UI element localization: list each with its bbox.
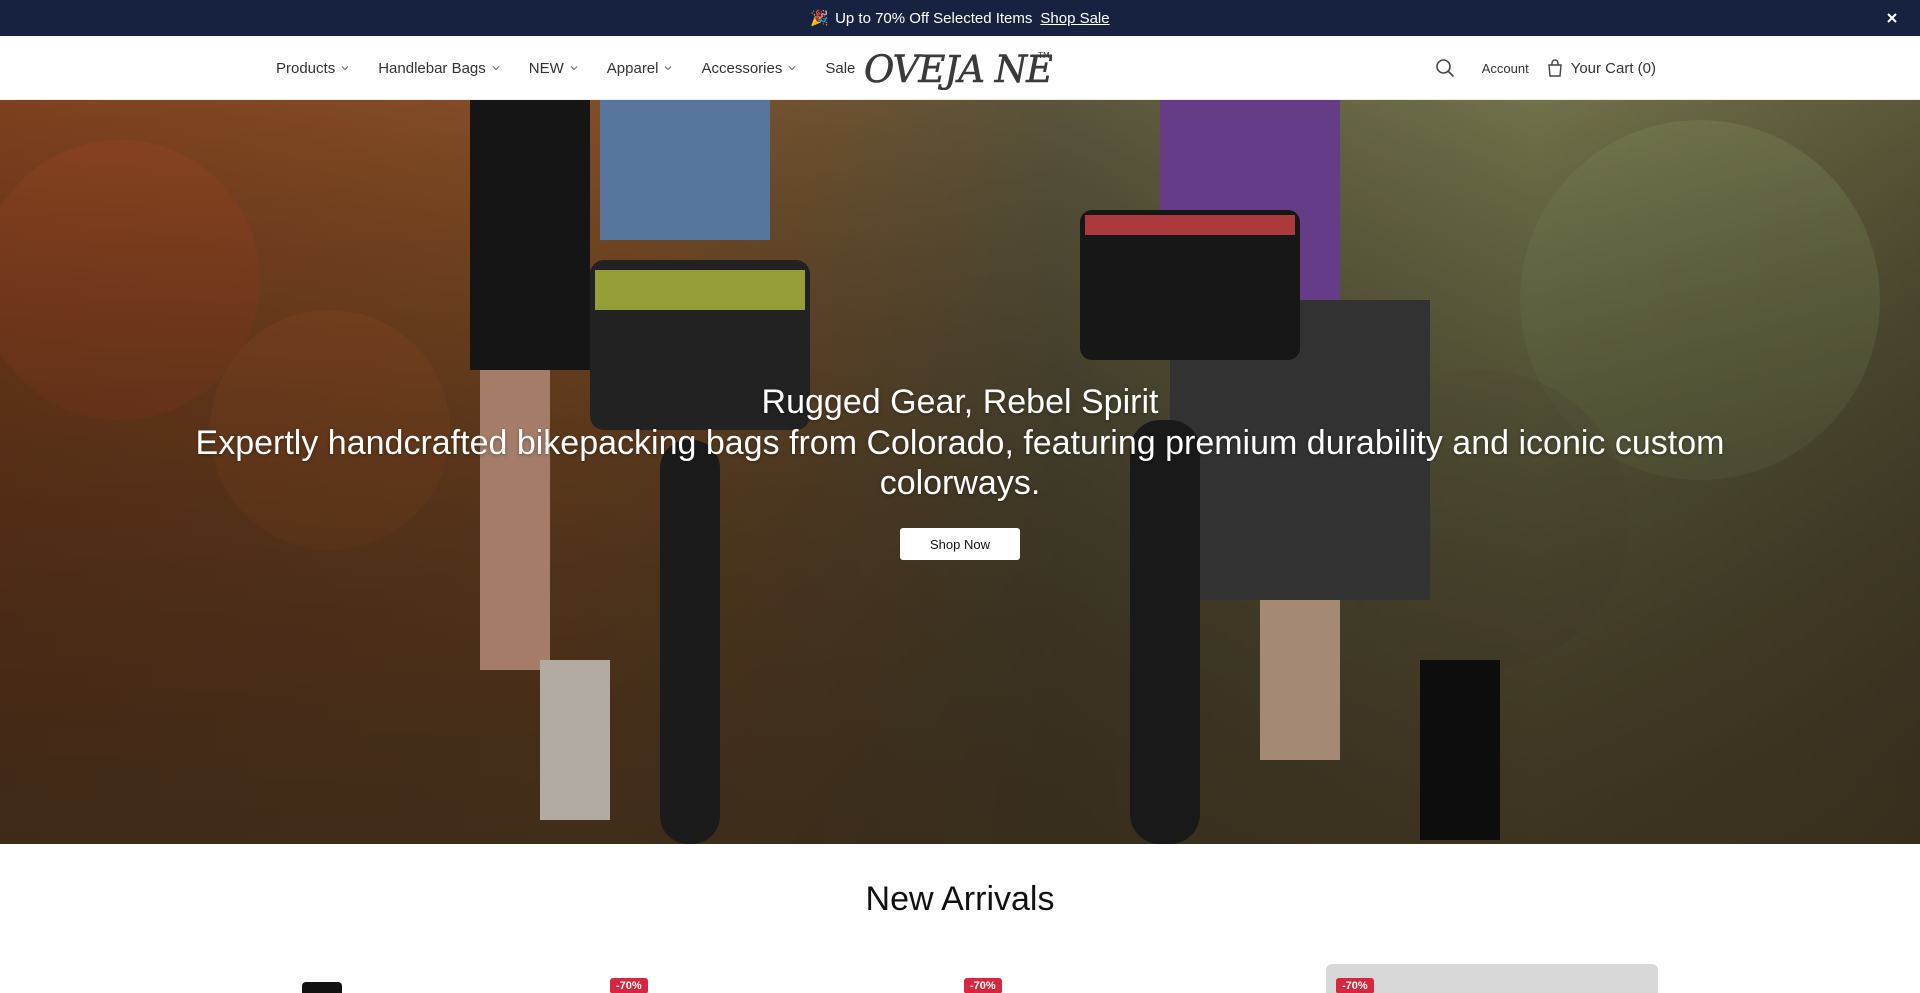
hero-text: Rugged Gear, Rebel Spirit Expertly handc… — [0, 381, 1920, 503]
discount-badge: -70% — [1336, 978, 1374, 993]
new-arrivals-heading: New Arrivals — [865, 880, 1055, 918]
hero-title: Rugged Gear, Rebel Spirit — [761, 383, 1159, 421]
product-card[interactable]: -70% — [610, 964, 942, 993]
shop-sale-link[interactable]: Shop Sale — [1040, 10, 1109, 27]
oveja-negra-logo[interactable]: OVEJA NEGRA TM — [862, 46, 1052, 90]
nav-item-label: Sale — [825, 59, 856, 77]
chevron-down-icon — [788, 66, 796, 71]
chevron-down-icon — [665, 66, 672, 71]
shop-now-button[interactable]: Shop Now — [900, 528, 1020, 560]
discount-badge: -70% — [964, 978, 1002, 993]
nav-item-label: Apparel — [606, 59, 659, 77]
discount-badge: -70% — [610, 978, 648, 993]
nav-item-sale[interactable]: Sale — [825, 60, 855, 77]
nav-item-apparel[interactable]: Apparel — [607, 60, 673, 77]
header-actions: Account Your Cart (0) — [1434, 36, 1656, 100]
party-popper-icon: 🎉 — [810, 10, 830, 27]
announcement-bar: 🎉 Up to 70% Off Selected Items Shop Sale — [0, 0, 1920, 36]
main-nav: Products Handlebar Bags NEW Apparel Acce… — [276, 36, 884, 100]
product-card[interactable]: -70% — [964, 964, 1296, 993]
account-link[interactable]: Account — [1482, 61, 1529, 76]
announcement-text: Up to 70% Off Selected Items — [835, 9, 1033, 27]
close-icon[interactable] — [1882, 8, 1902, 28]
chevron-down-icon — [570, 66, 578, 71]
nav-item-label: Products — [276, 59, 336, 77]
nav-item-label: Handlebar Bags — [378, 59, 486, 77]
hero-subtitle: Expertly handcrafted bikepacking bags fr… — [195, 424, 1725, 502]
cart-button[interactable]: Your Cart (0) — [1547, 59, 1656, 77]
nav-item-label: Accessories — [701, 59, 783, 77]
search-icon[interactable] — [1434, 57, 1456, 79]
hero-banner: Rugged Gear, Rebel Spirit Expertly handc… — [0, 100, 1920, 844]
site-header: Products Handlebar Bags NEW Apparel Acce… — [0, 36, 1920, 100]
product-image — [302, 982, 342, 993]
product-card[interactable] — [256, 964, 588, 993]
nav-item-new[interactable]: NEW — [529, 60, 578, 77]
shopping-bag-icon — [1547, 59, 1562, 77]
product-grid: -70% -70% -70% — [256, 964, 1658, 993]
nav-item-accessories[interactable]: Accessories — [701, 60, 796, 77]
product-card[interactable]: -70% — [1326, 964, 1658, 993]
chevron-down-icon — [341, 66, 349, 71]
cart-label: Your Cart (0) — [1570, 59, 1656, 77]
nav-item-handlebar-bags[interactable]: Handlebar Bags — [378, 60, 500, 77]
svg-text:OVEJA NEGRA: OVEJA NEGRA — [864, 48, 1052, 90]
svg-text:TM: TM — [1037, 51, 1050, 60]
nav-item-products[interactable]: Products — [276, 60, 349, 77]
nav-item-label: NEW — [528, 59, 564, 77]
chevron-down-icon — [492, 66, 500, 71]
